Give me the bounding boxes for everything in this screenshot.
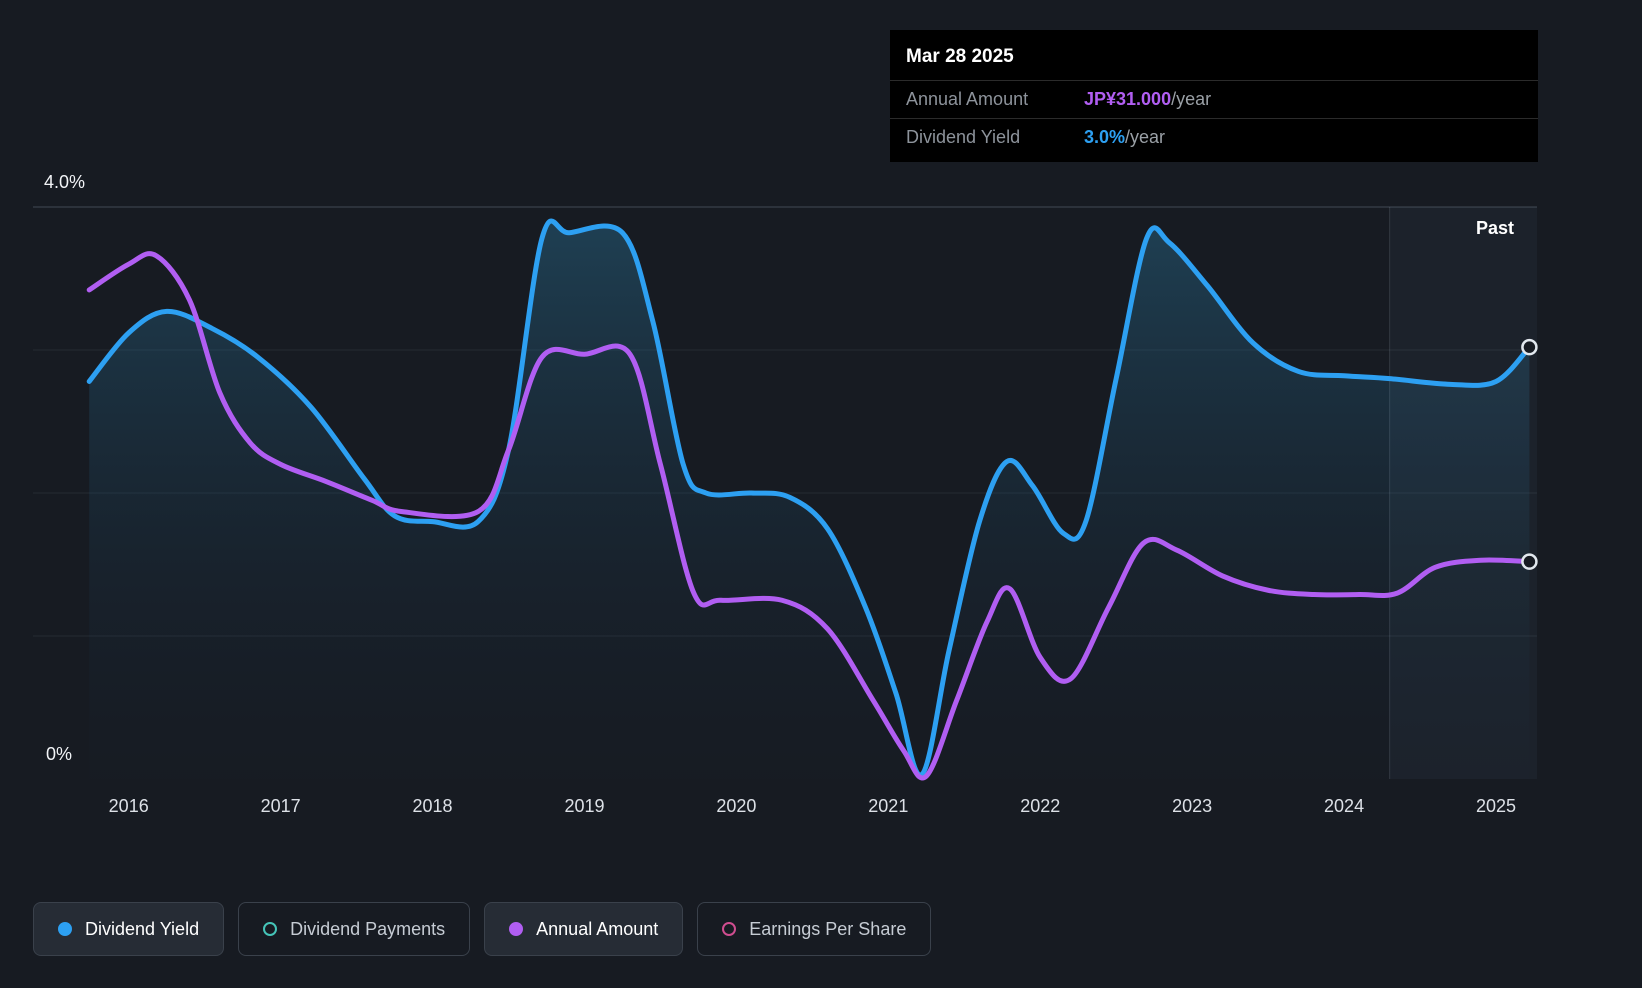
x-tick-label-2019: 2019 — [564, 796, 604, 816]
tooltip-label: Dividend Yield — [906, 127, 1021, 147]
legend-label: Annual Amount — [536, 918, 659, 939]
earnings-per-share-marker-icon — [722, 922, 737, 936]
dividend-yield-marker-icon — [58, 922, 72, 936]
y-axis-max-label: 4.0% — [44, 172, 86, 192]
x-tick-label-2017: 2017 — [261, 796, 301, 816]
tooltip-value: JP¥31.000/year — [1084, 89, 1212, 109]
x-tick-label-2021: 2021 — [868, 796, 908, 816]
legend-label: Dividend Yield — [85, 918, 200, 939]
legend-dividend-payments[interactable]: Dividend Payments — [238, 902, 471, 956]
x-tick-label-2025: 2025 — [1476, 796, 1516, 816]
tooltip-row-annual-amount: Annual Amount JP¥31.000/year — [890, 80, 1538, 118]
dividend-payments-marker-icon — [263, 922, 278, 936]
past-region-overlay — [1389, 207, 1537, 779]
x-tick-label-2020: 2020 — [716, 796, 756, 816]
legend-annual-amount[interactable]: Annual Amount — [484, 902, 684, 956]
x-tick-label-2016: 2016 — [109, 796, 149, 816]
tooltip-label: Annual Amount — [906, 89, 1029, 109]
dividend-chart-panel: 2016 2017 2018 2019 2020 2021 2022 2023 2024 2025… — [0, 0, 1642, 988]
legend-label: Dividend Payments — [290, 918, 446, 939]
tooltip-row-dividend-yield: Dividend Yield 3.0%/year — [890, 118, 1538, 156]
legend-dividend-yield[interactable]: Dividend Yield — [33, 902, 225, 956]
x-tick-label-2018: 2018 — [413, 796, 453, 816]
yield-area-fill — [89, 220, 1530, 780]
tooltip-date: Mar 28 2025 — [906, 46, 1014, 67]
chart-legend: Dividend Yield Dividend Payments Annual … — [33, 902, 932, 956]
annual-amount-marker-icon — [509, 922, 524, 936]
chart-tooltip: Mar 28 2025 Annual Amount JP¥31.000/year… — [890, 30, 1538, 162]
endpoint-marker-annual-amount — [1521, 553, 1538, 570]
x-tick-label-2023: 2023 — [1172, 796, 1212, 816]
past-region-label: Past — [1476, 218, 1515, 238]
x-tick-label-2022: 2022 — [1020, 796, 1060, 816]
tooltip-value: 3.0%/year — [1084, 127, 1166, 147]
y-axis-min-label: 0% — [46, 744, 73, 764]
x-tick-label-2024: 2024 — [1324, 796, 1364, 816]
endpoint-marker-dividend-yield — [1521, 338, 1538, 356]
legend-earnings-per-share[interactable]: Earnings Per Share — [697, 902, 932, 956]
legend-label: Earnings Per Share — [749, 918, 907, 939]
